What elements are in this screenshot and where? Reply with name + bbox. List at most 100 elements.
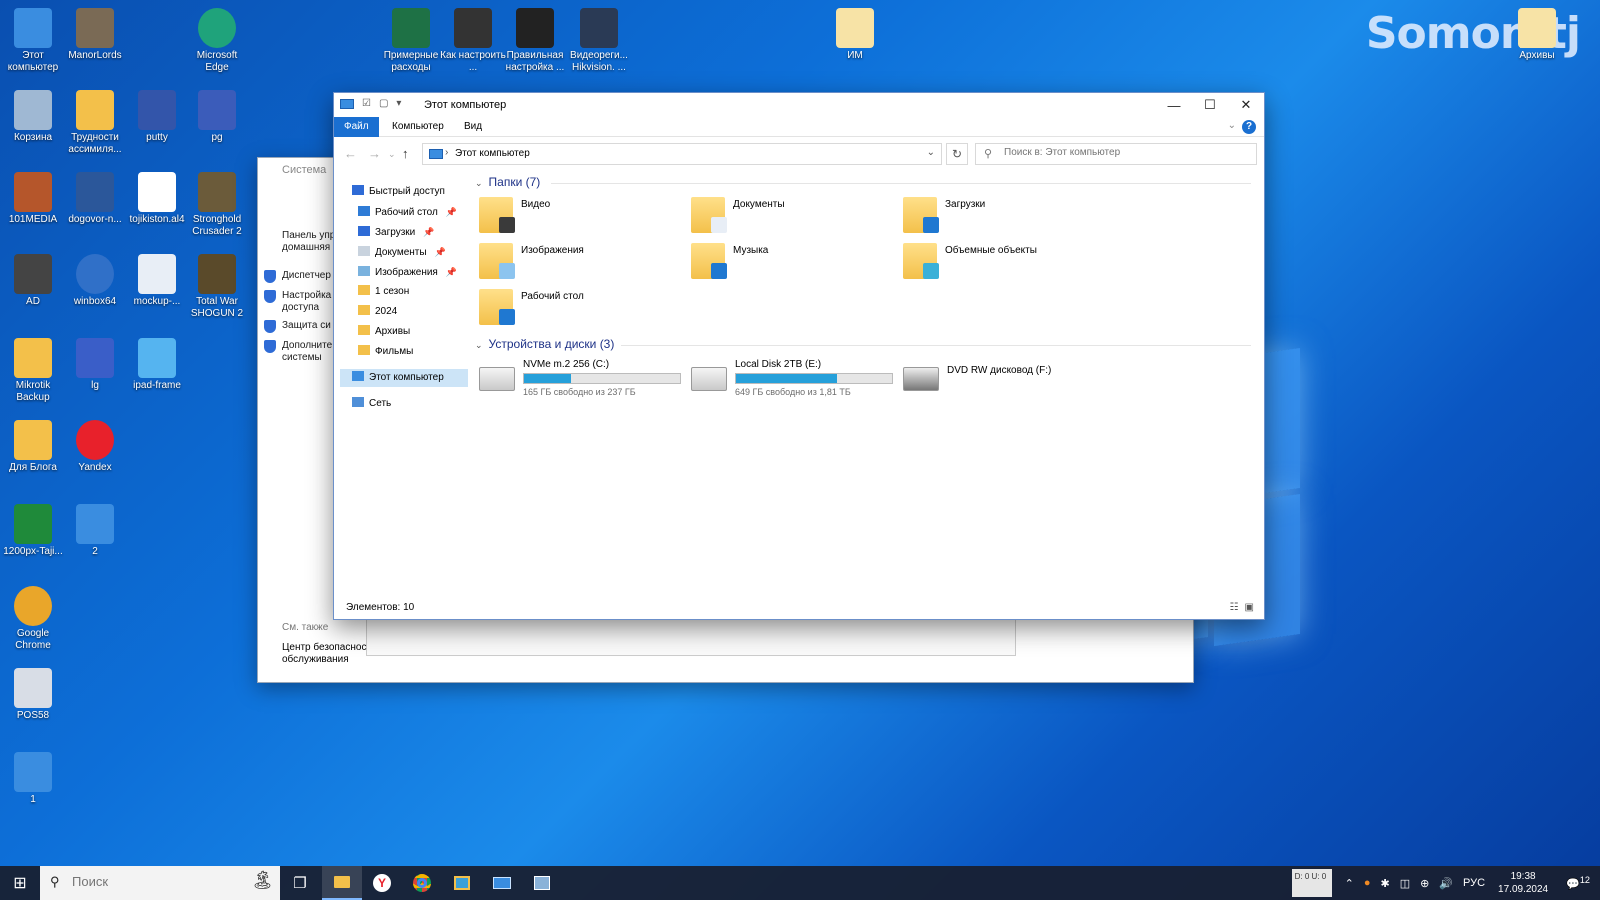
system-nav-protection[interactable]: Защита си (282, 320, 331, 332)
desktop-icon-1[interactable]: ManorLords (62, 8, 128, 62)
language-indicator[interactable]: РУС (1458, 877, 1490, 889)
security-center-link[interactable]: Центр безопаснос обслуживания (282, 642, 368, 666)
clock[interactable]: 19:38 17.09.2024 (1490, 870, 1556, 896)
folder-tile[interactable]: Загрузки (903, 197, 1103, 237)
desktop-icon-29[interactable]: ИМ (822, 8, 888, 62)
nav-item-10[interactable]: Сеть (352, 395, 391, 413)
folder-tile[interactable]: Изображения (479, 243, 679, 283)
desktop-icon-28[interactable]: Видеореги... Hikvision. ... (566, 8, 632, 74)
chevron-down-icon[interactable]: ⌄ (927, 147, 935, 158)
bluetooth-icon[interactable]: ✱ (1375, 877, 1394, 890)
desktop-icon-0[interactable]: Этот компьютер (0, 8, 66, 74)
desktop-icon-8[interactable]: dogovor-n... (62, 172, 128, 226)
tab-computer[interactable]: Компьютер (382, 117, 454, 137)
network-icon[interactable]: ⊕ (1415, 877, 1434, 890)
folder-tile[interactable]: Рабочий стол (479, 289, 679, 329)
search-input[interactable] (1004, 147, 1244, 158)
desktop-icon-2[interactable]: Microsoft Edge (184, 8, 250, 74)
desktop-icon-4[interactable]: Трудности ассимиля... (62, 90, 128, 156)
task-view-icon[interactable]: ❐ (280, 866, 320, 900)
address-bar[interactable]: › Этот компьютер ⌄ (422, 143, 942, 165)
yandex-taskbar-icon[interactable]: Y (362, 866, 402, 900)
maximize-button[interactable]: ☐ (1192, 93, 1228, 117)
recent-locations-icon[interactable]: ⌄ (388, 149, 396, 160)
desktop-icon-11[interactable]: AD (0, 254, 66, 308)
desktop-icon-19[interactable]: Yandex (62, 420, 128, 474)
system-nav-advanced[interactable]: Дополните системы (282, 340, 338, 364)
desktop-icon-13[interactable]: mockup-... (124, 254, 190, 308)
forward-button[interactable]: → (368, 146, 381, 161)
folders-group-header[interactable]: ⌄ Папки (7) (475, 175, 540, 189)
back-button[interactable]: ← (344, 146, 357, 161)
help-button[interactable]: ? (1242, 120, 1256, 134)
app-taskbar-icon[interactable] (442, 866, 482, 900)
nav-item-5[interactable]: 1 сезон (358, 283, 409, 301)
folder-tile[interactable]: Объемные объекты (903, 243, 1103, 283)
desktop-icon-27[interactable]: Правильная настройка ... (502, 8, 568, 74)
explorer-window[interactable]: ☑ ▢ ▾ Этот компьютер — ☐ ✕ Файл Компьюте… (333, 92, 1265, 620)
desktop-icon-10[interactable]: Stronghold Crusader 2 (184, 172, 250, 238)
folder-tile[interactable]: Документы (691, 197, 891, 237)
desktop-icon-5[interactable]: putty (124, 90, 190, 144)
chrome-taskbar-icon[interactable] (402, 866, 442, 900)
nav-item-0[interactable]: Быстрый доступ (352, 183, 445, 201)
tab-file[interactable]: Файл (334, 117, 379, 137)
file-explorer-taskbar-icon[interactable] (322, 866, 362, 900)
drive-tile[interactable]: Local Disk 2TB (E:) 649 ГБ свободно из 1,… (691, 359, 901, 399)
nav-item-4[interactable]: Изображения 📌 (358, 263, 457, 281)
details-view-icon[interactable]: ☷ (1230, 602, 1239, 613)
desktop-icon-17[interactable]: ipad-frame (124, 338, 190, 392)
nav-item-7[interactable]: Архивы (358, 323, 410, 341)
system-nav-device-manager[interactable]: Диспетчер (282, 270, 331, 282)
desktop-icon-25[interactable]: Примерные расходы (378, 8, 444, 74)
nav-item-3[interactable]: Документы 📌 (358, 243, 446, 261)
drive-tile[interactable]: NVMe m.2 256 (C:) 165 ГБ свободно из 237 … (479, 359, 689, 399)
nav-item-1[interactable]: Рабочий стол 📌 (358, 203, 457, 221)
minimize-button[interactable]: — (1156, 93, 1192, 117)
start-button[interactable]: ⊞ (0, 866, 40, 900)
network-tool-taskbar-icon[interactable] (522, 866, 562, 900)
refresh-button[interactable]: ↻ (946, 143, 968, 165)
desktop-icon-20[interactable]: 1200px-Taji... (0, 504, 66, 558)
desktop-icon-24[interactable]: 1 (0, 752, 66, 806)
desktop-icon-30[interactable]: Архивы (1504, 8, 1570, 62)
desktop-icon-15[interactable]: Mikrotik Backup (0, 338, 66, 404)
folder-tile[interactable]: Музыка (691, 243, 891, 283)
nav-item-6[interactable]: 2024 (358, 303, 397, 321)
desktop-icon-14[interactable]: Total War SHOGUN 2 (184, 254, 250, 320)
title-bar[interactable]: ☑ ▢ ▾ Этот компьютер — ☐ ✕ (334, 93, 1264, 117)
tab-view[interactable]: Вид (454, 117, 492, 137)
nav-item-9[interactable]: Этот компьютер (340, 369, 468, 387)
desktop-icon-23[interactable]: POS58 (0, 668, 66, 722)
desktop-icon-22[interactable]: Google Chrome (0, 586, 66, 652)
taskbar-search-input[interactable] (72, 874, 242, 889)
nav-item-8[interactable]: Фильмы (358, 343, 413, 361)
new-folder-icon[interactable]: ▢ (379, 98, 388, 109)
notification-center-icon[interactable]: 💬12 (1556, 875, 1600, 891)
chevron-up-icon[interactable]: ⌃ (1340, 877, 1359, 890)
search-box[interactable]: ⚲ (975, 143, 1257, 165)
taskbar-search[interactable]: ⚲ 🏝 (40, 866, 280, 900)
drive-tile[interactable]: DVD RW дисковод (F:) (903, 359, 1113, 399)
properties-icon[interactable]: ☑ (362, 98, 371, 109)
desktop-icon-12[interactable]: winbox64 (62, 254, 128, 308)
nav-item-2[interactable]: Загрузки 📌 (358, 223, 434, 241)
system-nav-remote-settings[interactable]: Настройка доступа (282, 290, 338, 314)
large-icons-view-icon[interactable]: ▣ (1245, 602, 1254, 613)
desktop-icon-26[interactable]: Как настроить ... (440, 8, 506, 74)
up-button[interactable]: ↑ (402, 146, 409, 161)
desktop-icon-21[interactable]: 2 (62, 504, 128, 558)
close-button[interactable]: ✕ (1228, 93, 1264, 117)
drives-group-header[interactable]: ⌄ Устройства и диски (3) (475, 337, 614, 351)
system-taskbar-icon[interactable] (482, 866, 522, 900)
chevron-down-icon[interactable]: ▾ (396, 98, 401, 109)
desktop-icon-7[interactable]: 101MEDIA (0, 172, 66, 226)
desktop-icon-6[interactable]: pg (184, 90, 250, 144)
desktop-icon-16[interactable]: lg (62, 338, 128, 392)
desktop-icon-3[interactable]: Корзина (0, 90, 66, 144)
desktop-icon-9[interactable]: tojikiston.al4 (124, 172, 190, 226)
expand-ribbon-icon[interactable]: ⌄ (1228, 120, 1236, 131)
volume-icon[interactable]: 🔊 (1434, 877, 1458, 890)
antivirus-icon[interactable]: ● (1359, 877, 1376, 889)
desktop-icon-18[interactable]: Для Блога (0, 420, 66, 474)
